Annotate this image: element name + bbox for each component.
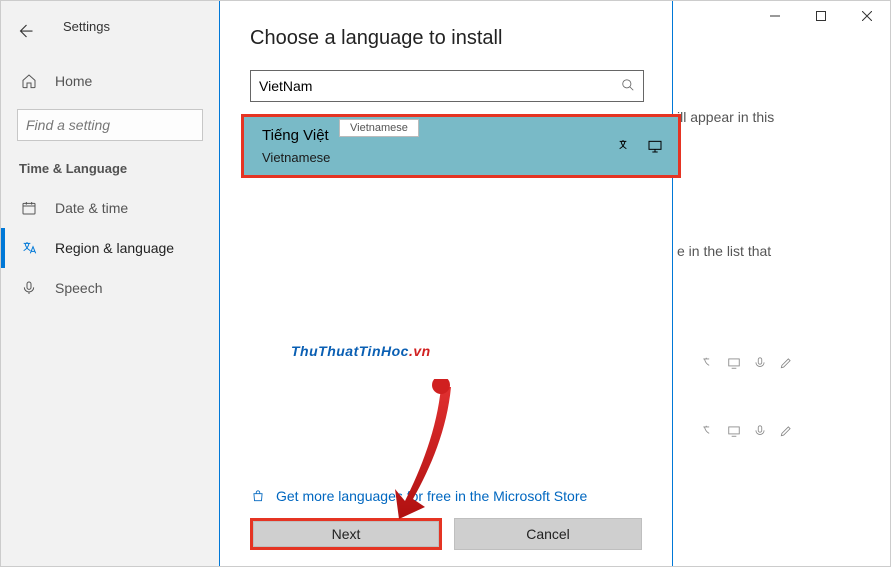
language-search-box[interactable] <box>250 70 644 102</box>
settings-sidebar: Settings Home Find a setting Time & Lang… <box>1 1 219 566</box>
sidebar-search-placeholder: Find a setting <box>26 117 110 133</box>
sidebar-home-label: Home <box>55 73 92 89</box>
dialog-button-row: Next Cancel <box>250 518 642 550</box>
sidebar-item-speech[interactable]: Speech <box>1 268 219 308</box>
cancel-button[interactable]: Cancel <box>454 518 642 550</box>
home-icon <box>19 71 39 91</box>
annotation-arrow <box>383 379 463 519</box>
back-button[interactable] <box>7 13 43 49</box>
bg-text-fragment: e in the list that <box>677 243 771 259</box>
bg-language-feature-icons <box>700 355 794 371</box>
maximize-button[interactable] <box>798 1 844 31</box>
language-icon <box>19 238 39 258</box>
watermark: ThuThuatTinHoc.vn <box>291 331 431 363</box>
dialog-title: Choose a language to install <box>250 27 642 50</box>
watermark-part2: .vn <box>409 343 431 359</box>
handwriting-icon <box>778 355 794 371</box>
sidebar-home[interactable]: Home <box>1 61 219 101</box>
microphone-icon <box>752 423 768 439</box>
language-feature-icons <box>616 137 664 155</box>
sidebar-item-label: Speech <box>55 280 102 296</box>
display-icon <box>726 423 742 439</box>
sidebar-category: Time & Language <box>1 151 219 188</box>
text-to-speech-icon <box>700 423 716 439</box>
app-title: Settings <box>63 19 110 34</box>
language-result-vietnamese[interactable]: Tiếng Việt Vietnamese <box>244 117 678 175</box>
text-to-speech-icon <box>700 355 716 371</box>
language-native-name: Tiếng Việt <box>262 127 330 144</box>
sidebar-item-label: Region & language <box>55 240 174 256</box>
language-result-highlight: Tiếng Việt Vietnamese <box>241 114 681 178</box>
handwriting-icon <box>778 423 794 439</box>
text-to-speech-icon <box>616 137 634 155</box>
calendar-clock-icon <box>19 198 39 218</box>
sidebar-item-region-language[interactable]: Region & language <box>1 228 219 268</box>
display-icon <box>726 355 742 371</box>
next-button-label: Next <box>332 526 361 542</box>
bg-language-feature-icons <box>700 423 794 439</box>
sidebar-item-date-time[interactable]: Date & time <box>1 188 219 228</box>
microphone-icon <box>752 355 768 371</box>
microphone-icon <box>19 278 39 298</box>
next-button[interactable]: Next <box>253 521 439 547</box>
language-search-input[interactable] <box>259 78 599 94</box>
close-button[interactable] <box>844 1 890 31</box>
cancel-button-label: Cancel <box>526 526 570 542</box>
display-icon <box>646 137 664 155</box>
language-tooltip: Vietnamese <box>339 119 419 137</box>
next-button-highlight: Next <box>250 518 442 550</box>
search-icon <box>621 78 635 95</box>
store-icon <box>250 488 266 504</box>
minimize-button[interactable] <box>752 1 798 31</box>
sidebar-item-label: Date & time <box>55 200 128 216</box>
bg-text-fragment: ill appear in this <box>677 109 774 125</box>
window-controls <box>752 1 890 31</box>
watermark-part1: ThuThuatTinHoc <box>291 343 409 359</box>
sidebar-search[interactable]: Find a setting <box>17 109 203 141</box>
language-english-name: Vietnamese <box>262 150 330 165</box>
